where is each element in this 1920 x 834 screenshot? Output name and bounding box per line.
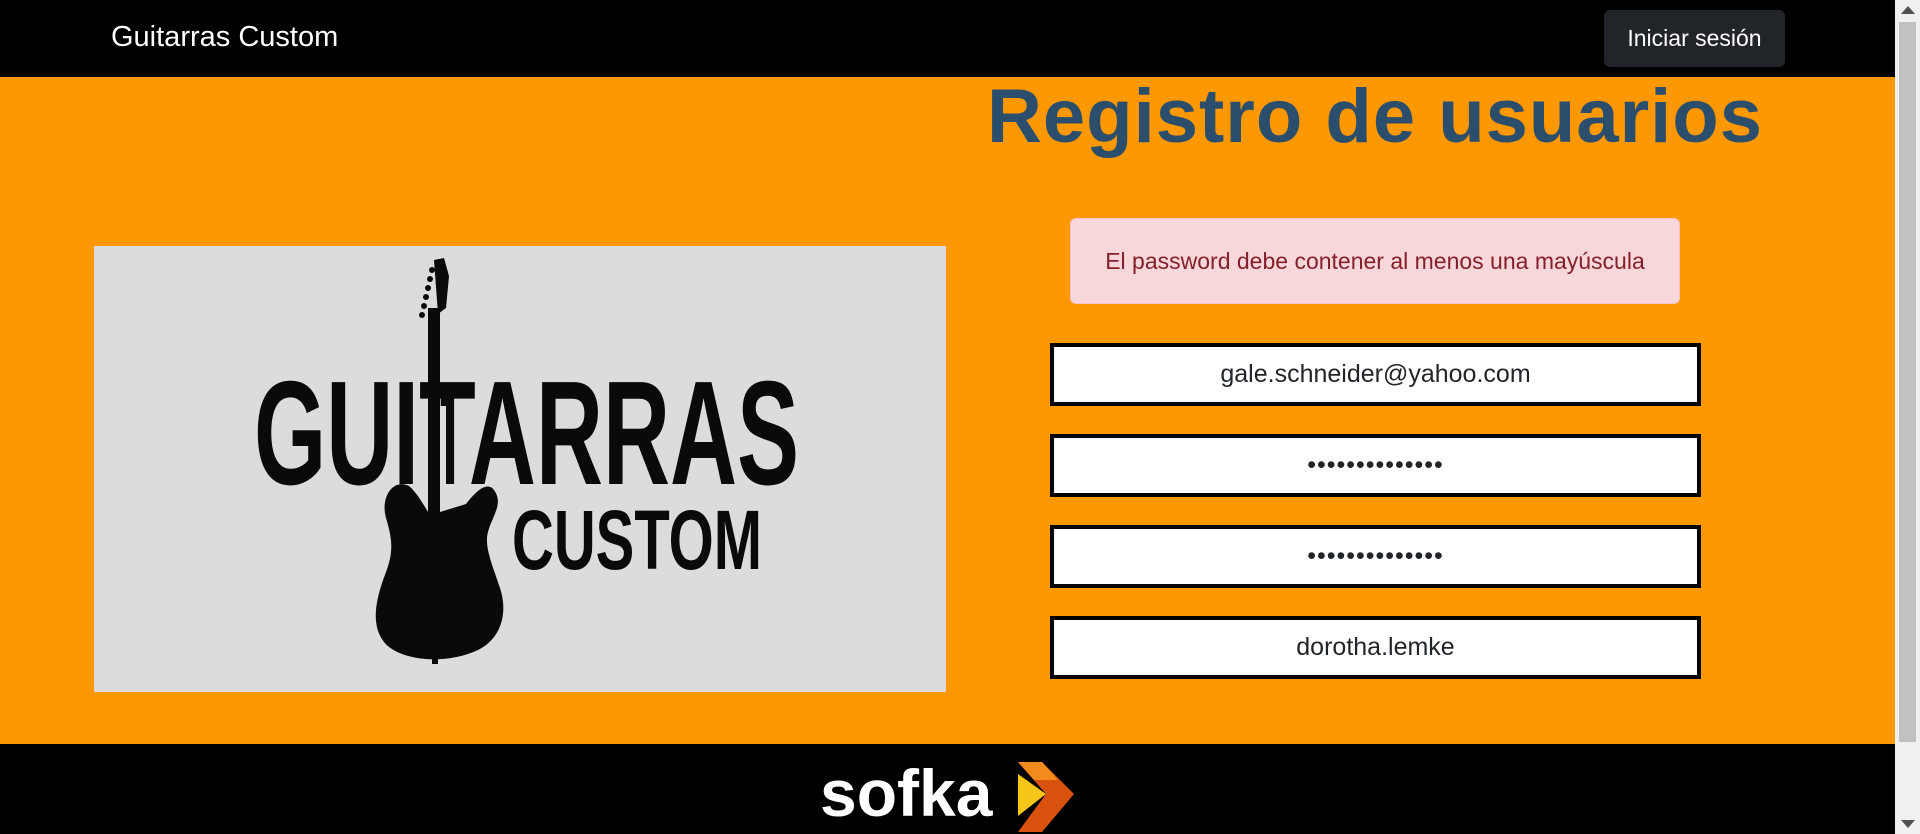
scroll-up-icon[interactable] [1901,6,1915,14]
footer: sofka [0,744,1895,834]
email-field[interactable] [1050,343,1701,406]
guitarras-custom-logo: GUITARRAS CUSTOM [94,246,946,692]
guitar-logo-graphic: GUITARRAS CUSTOM [94,246,946,692]
login-button[interactable]: Iniciar sesión [1604,10,1785,67]
username-field[interactable] [1050,616,1701,679]
sofka-logo: sofka [820,756,1074,832]
main-section: GUITARRAS CUSTOM Registro de usuarios El… [0,74,1895,744]
logo-text-guitarras: GUITARRAS [254,351,799,516]
password-confirm-field[interactable] [1050,525,1701,588]
sofka-arrow-icon [1018,762,1074,832]
top-navbar: Guitarras Custom Iniciar sesión [0,0,1895,77]
scroll-down-icon[interactable] [1901,820,1915,828]
logo-text-custom: CUSTOM [512,493,762,587]
sofka-logo-text: sofka [820,756,994,830]
page-title: Registro de usuarios [987,74,1763,159]
password-field[interactable] [1050,434,1701,497]
page-scrollbar[interactable] [1895,0,1920,834]
brand-link[interactable]: Guitarras Custom [111,21,338,54]
scroll-thumb[interactable] [1899,22,1916,742]
password-error-alert: El password debe contener al menos una m… [1070,218,1680,304]
